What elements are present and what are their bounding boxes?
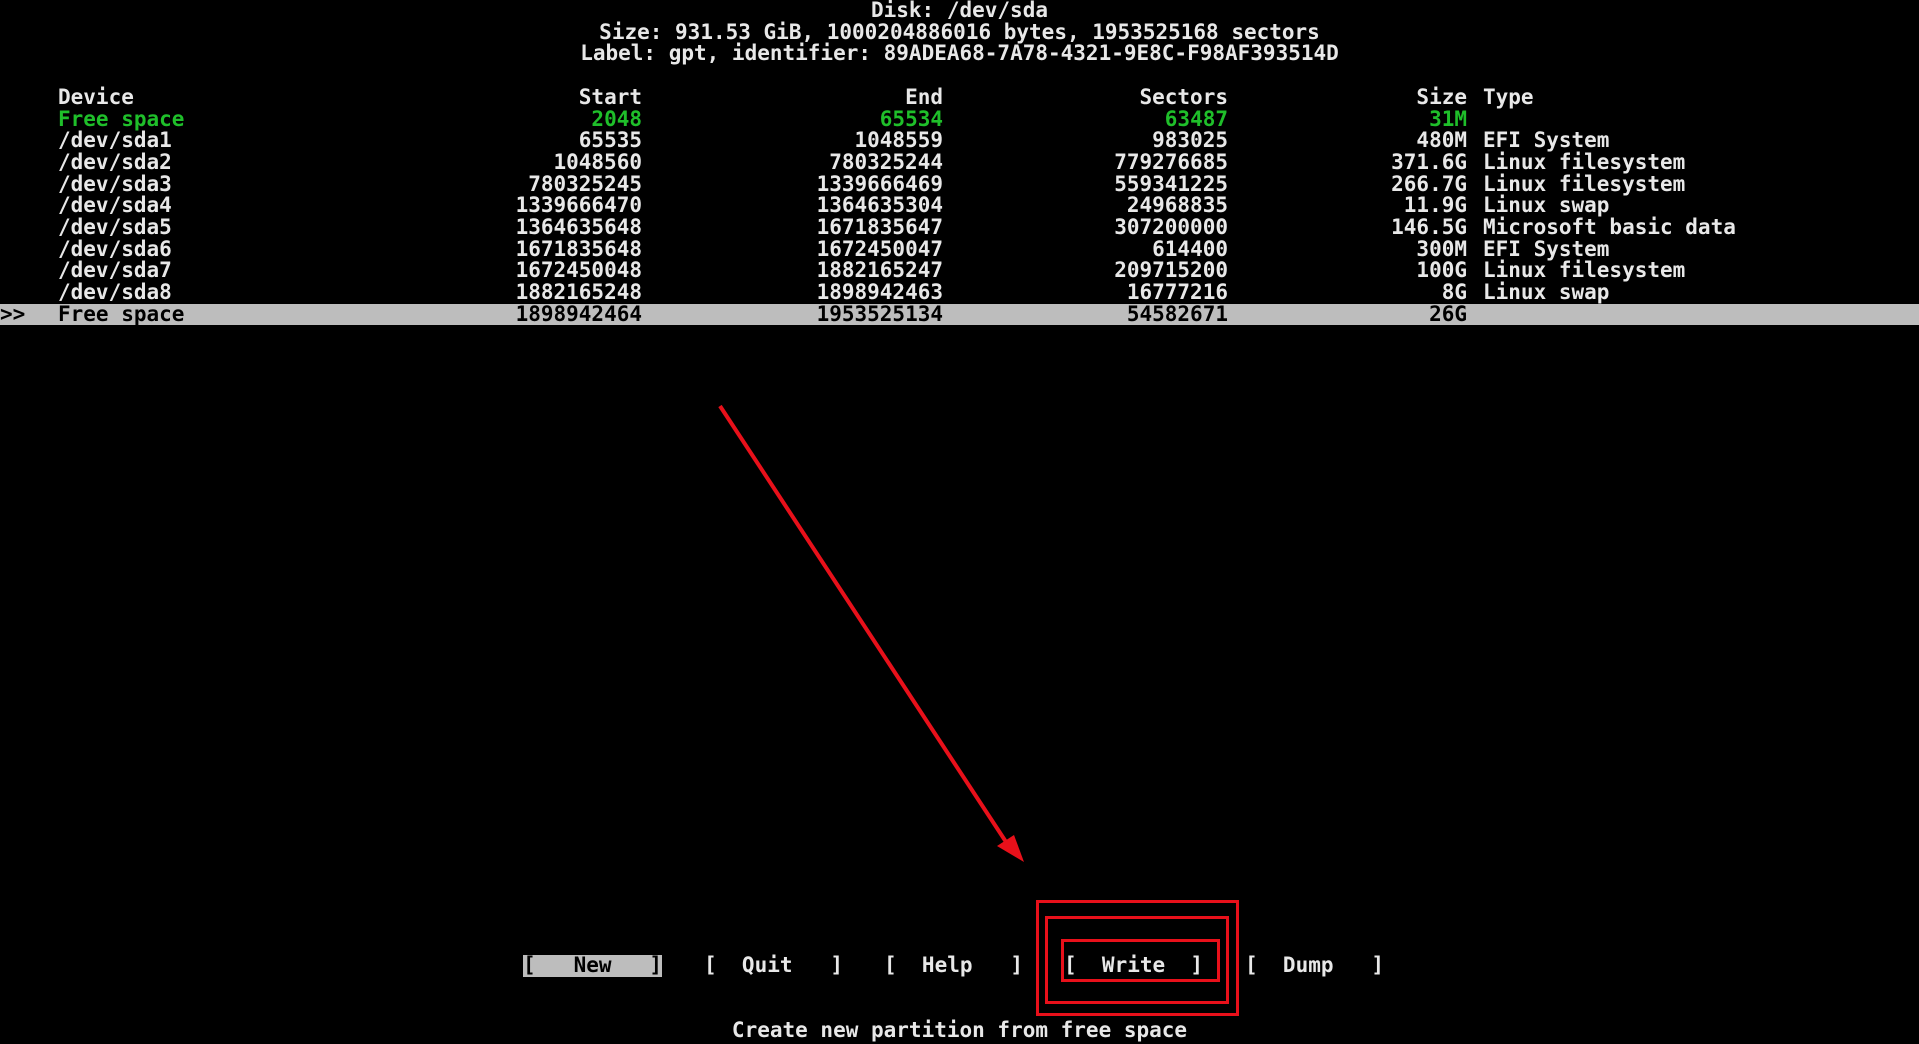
row-start: 1339666470 [515,193,642,218]
row-type: Linux filesystem [1483,171,1686,196]
row-end: 1339666469 [816,171,943,196]
row-pointer: >> [0,301,26,326]
row-size: 371.6G [1391,149,1467,174]
partition-row-free-space-1[interactable]: Free space 2048 65534 63487 31M [0,106,1919,131]
row-size: 8G [1441,280,1467,305]
row-end: 1364635304 [816,193,943,218]
row-end: 1672450047 [816,236,943,261]
row-type: Linux filesystem [1483,149,1686,174]
row-end: 1898942463 [816,280,943,305]
row-sectors: 63487 [1164,106,1228,131]
column-header-start: Start [578,84,642,109]
row-device: /dev/sda8 [58,280,172,305]
row-size: 100G [1416,258,1467,283]
row-sectors: 16777216 [1126,280,1228,305]
row-sectors: 209715200 [1114,258,1228,283]
row-start: 1898942464 [515,301,642,326]
row-sectors: 559341225 [1114,171,1228,196]
row-sectors: 779276685 [1114,149,1228,174]
row-sectors: 307200000 [1114,215,1228,239]
partition-row-sda3[interactable]: /dev/sda3 780325245 1339666469 559341225… [0,171,1919,196]
quit-button[interactable]: [ Quit ] [704,954,843,977]
new-button[interactable]: [ New ] [523,954,663,977]
row-size: 266.7G [1391,171,1467,196]
row-start: 1364635648 [515,215,642,239]
row-end: 1048559 [854,128,943,153]
row-type: Linux filesystem [1483,258,1686,283]
row-type: Linux swap [1483,280,1610,305]
action-hint: Create new partition from free space [731,1018,1188,1042]
row-size: 300M [1416,236,1467,261]
row-start: 2048 [591,106,642,131]
row-end: 1671835647 [816,215,943,239]
row-size: 31M [1429,106,1467,131]
partition-row-sda2[interactable]: /dev/sda2 1048560 780325244 779276685 37… [0,149,1919,174]
row-device: /dev/sda1 [58,128,172,153]
row-start: 65535 [578,128,642,153]
partition-row-sda5[interactable]: /dev/sda5 1364635648 1671835647 30720000… [0,215,1919,239]
row-type: EFI System [1483,236,1610,261]
disk-size-line: Size: 931.53 GiB, 1000204886016 bytes, 1… [599,19,1320,44]
row-device: Free space [58,106,185,131]
row-sectors: 54582671 [1126,301,1228,326]
disk-label-line: Label: gpt, identifier: 89ADEA68-7A78-43… [580,41,1339,66]
row-sectors: 24968835 [1126,193,1228,218]
row-size: 146.5G [1391,215,1467,239]
row-start: 1882165248 [515,280,642,305]
row-size: 11.9G [1403,193,1467,218]
row-start: 1672450048 [515,258,642,283]
row-device: /dev/sda3 [58,171,172,196]
row-size: 26G [1429,301,1467,326]
partition-row-sda8[interactable]: /dev/sda8 1882165248 1898942463 16777216… [0,280,1919,305]
row-sectors: 983025 [1152,128,1228,153]
row-sectors: 614400 [1152,236,1228,261]
column-header-end: End [905,84,943,109]
row-device: /dev/sda6 [58,236,172,261]
column-header-device: Device [58,84,134,109]
column-header-type: Type [1483,84,1534,109]
row-end: 1882165247 [816,258,943,283]
disk-title: Disk: /dev/sda [870,0,1048,22]
row-end: 65534 [879,106,943,131]
row-end: 780325244 [829,149,943,174]
row-start: 780325245 [528,171,642,196]
row-device: /dev/sda2 [58,149,172,174]
row-start: 1048560 [553,149,642,174]
partition-row-free-space-selected[interactable]: >> Free space 1898942464 1953525134 5458… [0,301,1919,326]
write-button[interactable]: [ Write ] [1064,954,1203,977]
row-device: /dev/sda5 [58,215,172,239]
action-menu: [ New ] [ Quit ] [ Help ] [ Write ] [ Du… [0,954,1919,979]
partition-row-sda7[interactable]: /dev/sda7 1672450048 1882165247 20971520… [0,260,1919,282]
row-type: Linux swap [1483,193,1610,218]
row-device: /dev/sda4 [58,193,172,218]
dump-button[interactable]: [ Dump ] [1245,954,1384,977]
column-header-sectors: Sectors [1139,84,1228,109]
table-header-row: Device Start End Sectors Size Type [0,84,1919,109]
column-header-size: Size [1416,84,1467,109]
row-device: /dev/sda7 [58,258,172,283]
row-size: 480M [1416,128,1467,153]
row-end: 1953525134 [816,301,943,326]
row-type: Microsoft basic data [1483,215,1736,239]
help-button[interactable]: [ Help ] [884,954,1023,977]
row-type: EFI System [1483,128,1610,153]
partition-row-sda4[interactable]: /dev/sda4 1339666470 1364635304 24968835… [0,195,1919,217]
row-start: 1671835648 [515,236,642,261]
row-device: Free space [58,301,185,326]
partition-row-sda6[interactable]: /dev/sda6 1671835648 1672450047 614400 3… [0,236,1919,261]
partition-row-sda1[interactable]: /dev/sda1 65535 1048559 983025 480M EFI … [0,128,1919,153]
